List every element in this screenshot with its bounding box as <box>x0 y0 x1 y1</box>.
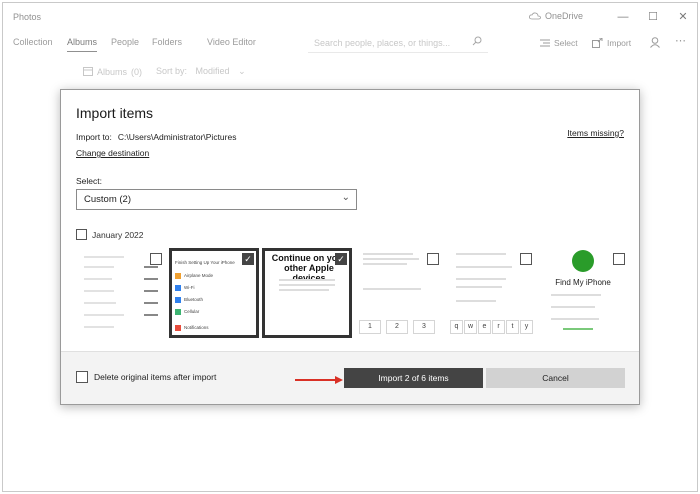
month-label: January 2022 <box>92 229 144 240</box>
thumbnail-5-checkbox[interactable] <box>520 253 532 265</box>
month-group: January 2022 <box>76 229 144 240</box>
thumbnail-2-row: Cellular <box>184 309 200 314</box>
delete-originals-checkbox[interactable] <box>76 371 88 383</box>
keyboard-key: t <box>506 320 519 334</box>
change-destination-link[interactable]: Change destination <box>76 148 149 158</box>
thumbnail-6[interactable]: Find My iPhone <box>539 248 626 338</box>
thumbnail-3-checkbox[interactable]: ✓ <box>335 253 347 265</box>
items-missing-link[interactable]: Items missing? <box>567 128 624 138</box>
find-my-icon <box>572 250 594 272</box>
thumbnail-1-checkbox[interactable] <box>150 253 162 265</box>
thumbnail-2-row: Wi-Fi <box>184 285 195 290</box>
month-checkbox[interactable] <box>76 229 87 240</box>
import-to-label: Import to: <box>76 132 112 142</box>
thumbnail-3[interactable]: Continue on your other Apple devices ✓ <box>262 248 352 338</box>
delete-originals-label: Delete original items after import <box>94 372 217 382</box>
keypad-key: 3 <box>413 320 435 334</box>
keyboard-key: y <box>520 320 533 334</box>
select-label: Select: <box>76 176 102 186</box>
thumbnail-4[interactable]: 1 2 3 <box>353 248 443 338</box>
select-dropdown[interactable]: Custom (2) ⌄ <box>76 189 357 210</box>
keyboard-key: e <box>478 320 491 334</box>
thumbnail-2-checkbox[interactable]: ✓ <box>242 253 254 265</box>
thumbnail-2-row: Airplane Mode <box>184 273 214 278</box>
thumbnail-strip: Finish Setting Up Your iPhone Airplane M… <box>76 248 626 342</box>
thumbnail-1[interactable] <box>76 248 166 338</box>
thumbnail-6-caption: Find My iPhone <box>555 278 611 287</box>
dialog-footer: Delete original items after import Impor… <box>61 351 639 404</box>
import-to-path: C:\Users\Administrator\Pictures <box>117 132 237 142</box>
keypad-key: 1 <box>359 320 381 334</box>
cancel-button[interactable]: Cancel <box>486 368 625 388</box>
thumbnail-2[interactable]: Finish Setting Up Your iPhone Airplane M… <box>169 248 259 338</box>
select-value: Custom (2) <box>84 194 131 205</box>
thumbnail-2-row: Notifications <box>184 325 209 330</box>
import-to-row: Import to: C:\Users\Administrator\Picture… <box>76 132 236 142</box>
thumbnail-4-checkbox[interactable] <box>427 253 439 265</box>
red-arrow-icon <box>295 376 343 384</box>
import-items-button[interactable]: Import 2 of 6 items <box>344 368 483 388</box>
keypad-key: 2 <box>386 320 408 334</box>
thumbnail-5[interactable]: q w e r t y <box>446 248 536 338</box>
chevron-down-icon: ⌄ <box>341 192 350 203</box>
thumbnail-2-row: Bluetooth <box>184 297 204 302</box>
thumbnail-2-caption: Finish Setting Up Your iPhone <box>175 260 235 265</box>
keyboard-key: q <box>450 320 463 334</box>
delete-originals-option[interactable]: Delete original items after import <box>76 371 216 383</box>
keyboard-key: w <box>464 320 477 334</box>
import-dialog: Import items Import to: C:\Users\Administ… <box>60 89 640 405</box>
thumbnail-6-checkbox[interactable] <box>613 253 625 265</box>
keyboard-key: r <box>492 320 505 334</box>
dialog-title: Import items <box>76 105 154 121</box>
